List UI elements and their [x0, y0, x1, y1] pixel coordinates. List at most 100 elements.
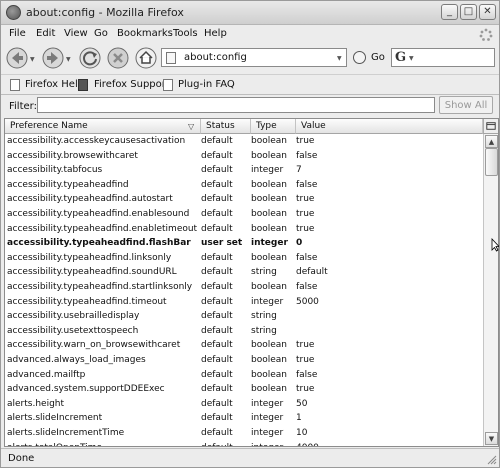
column-header-status[interactable]: Status [201, 119, 251, 134]
show-all-button[interactable]: Show All [439, 96, 493, 114]
menu-tools[interactable]: Tools [173, 28, 198, 39]
scroll-down-icon[interactable]: ▼ [485, 432, 498, 445]
value-cell: true [296, 340, 315, 351]
forward-history-dropdown-icon[interactable]: ▼ [66, 56, 71, 63]
firefox-logo-icon [6, 5, 21, 20]
preference-name-cell: accessibility.accesskeycausesactivation [7, 136, 186, 146]
table-row[interactable]: accessibility.tabfocus default integer 7 [5, 163, 483, 178]
column-header-value[interactable]: Value [296, 119, 483, 134]
search-engine-dropdown-icon[interactable]: ▼ [409, 55, 414, 62]
home-button[interactable] [135, 47, 157, 69]
back-button[interactable] [6, 47, 28, 69]
type-cell: string [251, 325, 277, 336]
column-header-name[interactable]: Preference Name ▽ [5, 119, 201, 134]
url-history-dropdown-icon[interactable]: ▼ [337, 55, 342, 62]
value-cell: 7 [296, 165, 302, 176]
go-icon[interactable] [353, 51, 366, 64]
table-row[interactable]: accessibility.typeaheadfind.autostart def… [5, 192, 483, 207]
window-title: about:config - Mozilla Firefox [26, 6, 184, 19]
table-row[interactable]: advanced.system.supportDDEExec default boo… [5, 382, 483, 397]
table-row[interactable]: accessibility.typeaheadfind.soundURL defa… [5, 265, 483, 280]
preference-name-cell: accessibility.typeaheadfind.startlinkson… [7, 282, 193, 292]
menu-help[interactable]: Help [204, 28, 227, 39]
column-picker-icon[interactable] [483, 119, 498, 134]
table-row[interactable]: accessibility.warn_on_browsewithcaret def… [5, 338, 483, 353]
vertical-scrollbar[interactable]: ▲ ▼ [483, 134, 498, 446]
scrollbar-thumb[interactable] [485, 148, 498, 176]
search-box[interactable]: G ▼ [391, 48, 495, 67]
table-row[interactable]: alerts.height default integer 50 [5, 397, 483, 412]
close-button[interactable]: ✕ [479, 4, 496, 20]
preference-name-cell: accessibility.typeaheadfind.autostart [7, 194, 173, 205]
minimize-button[interactable]: _ [441, 4, 458, 20]
type-cell: boolean [251, 369, 287, 380]
menu-file[interactable]: File [9, 28, 26, 39]
table-row[interactable]: accessibility.typeaheadfind.timeout defau… [5, 295, 483, 310]
menu-edit[interactable]: Edit [36, 28, 55, 39]
status-cell: user set [201, 238, 243, 249]
menu-bar: File Edit View Go Bookmarks Tools Help [1, 26, 499, 43]
value-cell: true [296, 223, 315, 234]
address-bar[interactable]: about:config [161, 48, 347, 67]
column-header-type-label: Type [256, 121, 277, 131]
minimize-icon: _ [447, 6, 452, 17]
status-cell: default [201, 369, 233, 380]
menu-bookmarks[interactable]: Bookmarks [117, 28, 173, 39]
table-row[interactable]: accessibility.usetexttospeech default stri… [5, 324, 483, 339]
maximize-button[interactable]: □ [460, 4, 477, 20]
status-cell: default [201, 267, 233, 278]
column-header-status-label: Status [206, 121, 235, 131]
scroll-up-icon[interactable]: ▲ [485, 135, 498, 148]
table-row[interactable]: accessibility.typeaheadfind.startlinkson… [5, 280, 483, 295]
go-button[interactable]: Go [371, 52, 385, 63]
menu-view[interactable]: View [64, 28, 88, 39]
value-cell: 0 [296, 238, 303, 249]
close-icon: ✕ [483, 6, 492, 17]
status-cell: default [201, 413, 233, 424]
column-header-type[interactable]: Type [251, 119, 296, 134]
table-row[interactable]: accessibility.typeaheadfind default boolea… [5, 178, 483, 193]
type-cell: integer [251, 398, 284, 409]
back-history-dropdown-icon[interactable]: ▼ [30, 56, 35, 63]
table-row[interactable]: accessibility.accesskeycausesactivation d… [5, 134, 483, 149]
table-row[interactable]: accessibility.usebrailledisplay default st… [5, 309, 483, 324]
reload-button[interactable] [79, 47, 101, 69]
table-row[interactable]: advanced.always_load_images default boolea… [5, 353, 483, 368]
table-row[interactable]: alerts.slideIncrementTime default integer 1… [5, 426, 483, 441]
value-cell: true [296, 136, 315, 146]
filter-label: Filter: [9, 101, 37, 112]
table-row[interactable]: accessibility.typeaheadfind.enabletimeou… [5, 222, 483, 237]
table-row[interactable]: accessibility.browsewithcaret default bool… [5, 149, 483, 164]
type-cell: boolean [251, 194, 287, 205]
status-cell: default [201, 136, 233, 146]
type-cell: boolean [251, 179, 287, 190]
table-row[interactable]: accessibility.typeaheadfind.enablesound d… [5, 207, 483, 222]
table-row[interactable]: accessibility.typeaheadfind.linksonly def… [5, 251, 483, 266]
table-row[interactable]: alerts.totalOpenTime defaultinteger4000 [5, 441, 483, 446]
status-cell: default [201, 296, 233, 307]
table-row[interactable]: advanced.mailftp default boolean false [5, 368, 483, 383]
filter-input[interactable] [37, 97, 435, 113]
bookmark-firefox-help[interactable]: Firefox Help [25, 79, 84, 90]
bookmarks-toolbar: Firefox Help Firefox Support Plug-in FAQ [1, 74, 499, 93]
status-cell: default [201, 179, 233, 190]
status-cell: default [201, 384, 233, 395]
search-engine-icon[interactable]: G [395, 50, 406, 65]
address-text[interactable]: about:config [184, 52, 247, 63]
menu-go[interactable]: Go [94, 28, 108, 39]
forward-button[interactable] [42, 47, 64, 69]
bookmark-firefox-support[interactable]: Firefox Support [94, 79, 170, 90]
value-cell: 10 [296, 428, 308, 438]
status-cell: default [201, 223, 233, 234]
status-cell: default [201, 165, 233, 176]
table-row[interactable]: accessibility.typeaheadfind.flashBar user… [5, 236, 483, 251]
preference-name-cell: advanced.system.supportDDEExec [7, 384, 165, 395]
value-cell: 50 [296, 398, 308, 409]
table-row[interactable]: alerts.slideIncrement default integer 1 [5, 411, 483, 426]
value-cell: 1 [296, 413, 302, 424]
value-cell: 5000 [296, 296, 319, 307]
bookmark-plugin-faq[interactable]: Plug-in FAQ [178, 79, 235, 90]
type-cell: boolean [251, 150, 287, 161]
stop-button[interactable] [107, 47, 129, 69]
resize-grip-icon[interactable] [485, 453, 497, 465]
